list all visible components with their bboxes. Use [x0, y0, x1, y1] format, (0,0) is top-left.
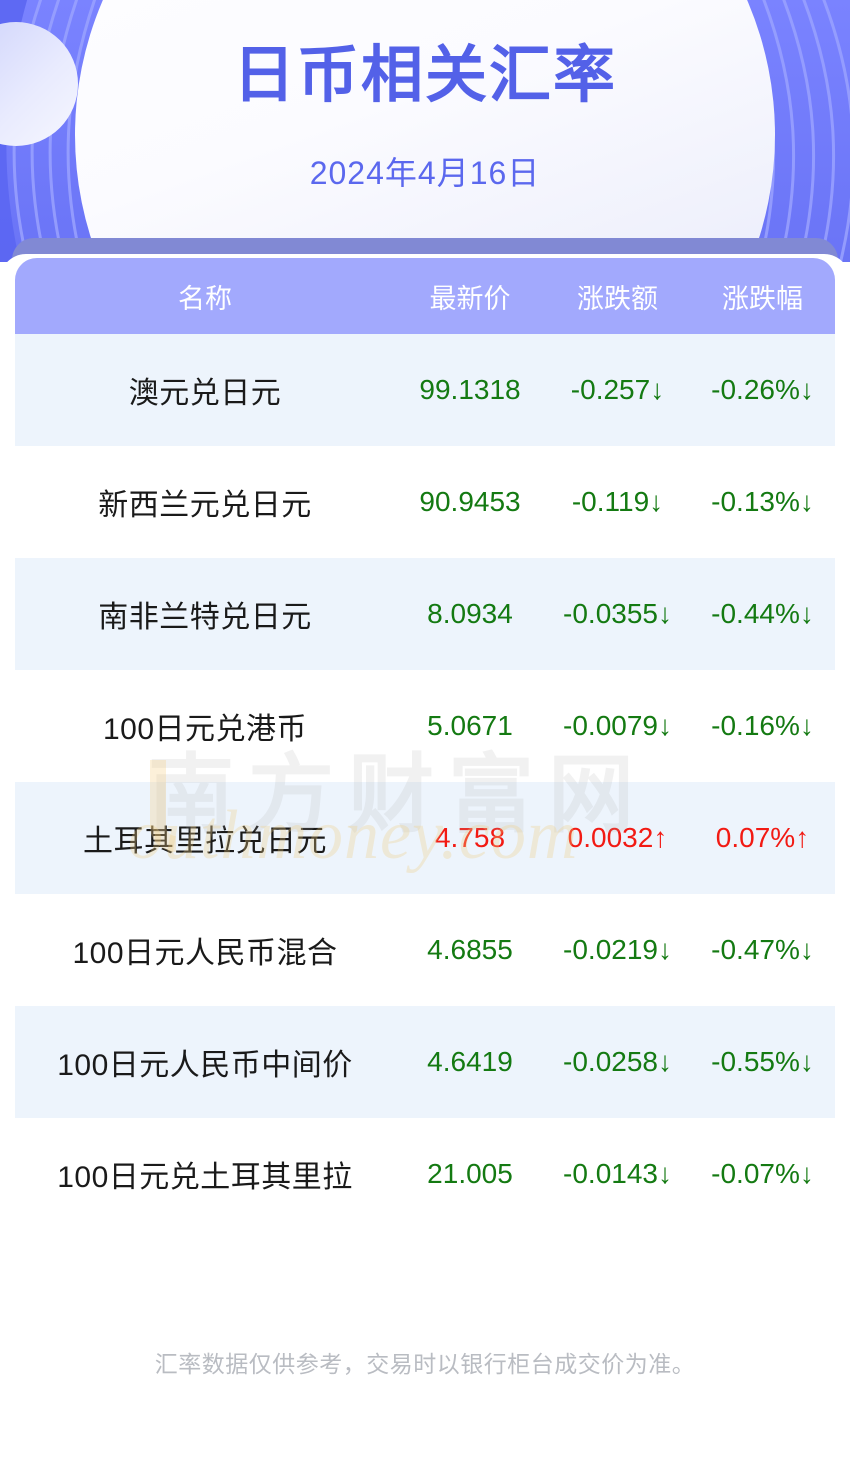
cell-change-percent: -0.26%↓ [711, 374, 814, 405]
cell-change-percent: -0.07%↓ [711, 1158, 814, 1189]
column-header-name: 名称 [178, 283, 232, 314]
exchange-rate-table: 名称 最新价 涨跌额 涨跌幅 澳元兑日元 99.1318 -0.257↓ -0.26%… [15, 258, 835, 1230]
disclaimer-text: 汇率数据仅供参考，交易时以银行柜台成交价为准。 [154, 1351, 696, 1377]
table-row[interactable]: 南非兰特兑日元 8.0934 -0.0355↓ -0.44%↓ [15, 558, 835, 670]
cell-currency-name: 土耳其里拉兑日元 [83, 825, 327, 858]
cell-change-percent: -0.47%↓ [711, 934, 814, 965]
cell-latest-price: 8.0934 [427, 598, 513, 629]
cell-change-amount: -0.119↓ [571, 486, 664, 517]
cell-latest-price: 4.6855 [427, 934, 513, 965]
cell-change-amount: -0.0079↓ [563, 710, 672, 741]
cell-currency-name: 新西兰元兑日元 [98, 489, 312, 522]
cell-latest-price: 4.6419 [427, 1046, 513, 1077]
table-header-row: 名称 最新价 涨跌额 涨跌幅 [15, 258, 835, 334]
table-row[interactable]: 新西兰元兑日元 90.9453 -0.119↓ -0.13%↓ [15, 446, 835, 558]
exchange-rate-card: 日币相关汇率 2024年4月16日 名称 最新价 涨跌额 涨跌幅 澳元兑日元 99… [0, 0, 850, 1470]
cell-change-percent: -0.44%↓ [711, 598, 814, 629]
table-row[interactable]: 100日元人民币混合 4.6855 -0.0219↓ -0.47%↓ [15, 894, 835, 1006]
table-row[interactable]: 土耳其里拉兑日元 4.758 0.0032↑ 0.07%↑ [15, 782, 835, 894]
cell-currency-name: 南非兰特兑日元 [98, 601, 312, 634]
header-banner: 日币相关汇率 2024年4月16日 [0, 0, 850, 262]
table-body: 澳元兑日元 99.1318 -0.257↓ -0.26%↓ 新西兰元兑日元 90.9453… [15, 334, 835, 1230]
column-header-change: 涨跌额 [577, 283, 658, 314]
cell-latest-price: 21.005 [427, 1158, 513, 1189]
cell-latest-price: 5.0671 [427, 710, 513, 741]
cell-latest-price: 99.1318 [419, 374, 521, 405]
cell-currency-name: 100日元兑土耳其里拉 [57, 1161, 353, 1194]
table-row[interactable]: 澳元兑日元 99.1318 -0.257↓ -0.26%↓ [15, 334, 835, 446]
cell-currency-name: 100日元兑港币 [102, 713, 308, 746]
page-date: 2024年4月16日 [309, 155, 541, 191]
cell-latest-price: 90.9453 [419, 486, 521, 517]
table-row[interactable]: 100日元人民币中间价 4.6419 -0.0258↓ -0.55%↓ [15, 1006, 835, 1118]
column-header-percent: 涨跌幅 [722, 283, 803, 314]
cell-change-percent: -0.55%↓ [711, 1046, 814, 1077]
table-row[interactable]: 100日元兑土耳其里拉 21.005 -0.0143↓ -0.07%↓ [15, 1118, 835, 1230]
cell-change-amount: -0.0219↓ [563, 934, 672, 965]
cell-change-percent: 0.07%↑ [715, 822, 810, 853]
cell-currency-name: 100日元人民币中间价 [57, 1049, 353, 1082]
cell-change-amount: -0.0143↓ [563, 1158, 672, 1189]
cell-change-amount: -0.0258↓ [563, 1046, 672, 1077]
table-row[interactable]: 100日元兑港币 5.0671 -0.0079↓ -0.16%↓ [15, 670, 835, 782]
column-header-price: 最新价 [429, 283, 511, 314]
cell-change-amount: -0.257↓ [570, 374, 665, 405]
page-title: 日币相关汇率 [232, 41, 617, 110]
cell-change-percent: -0.16%↓ [711, 710, 814, 741]
cell-change-amount: 0.0032↑ [567, 822, 668, 853]
cell-change-percent: -0.13%↓ [711, 486, 814, 517]
cell-latest-price: 4.758 [434, 822, 506, 853]
cell-change-amount: -0.0355↓ [563, 598, 672, 629]
cell-currency-name: 100日元人民币混合 [72, 937, 338, 970]
cell-currency-name: 澳元兑日元 [128, 377, 282, 410]
